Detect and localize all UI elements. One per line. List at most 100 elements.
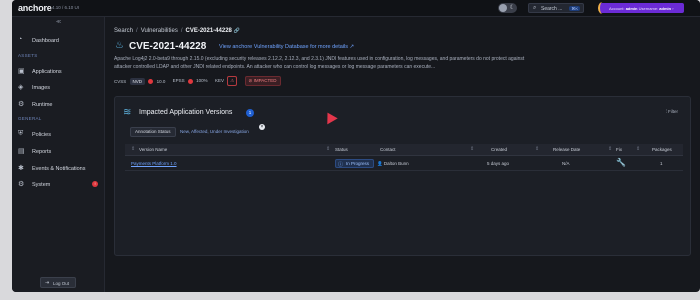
page-title: CVE-2021-44228: [129, 41, 207, 52]
column-packages[interactable]: Packages: [652, 147, 672, 152]
sort-icon[interactable]: ⇕: [326, 146, 330, 152]
logout-button[interactable]: ⇥ Log Out: [40, 277, 76, 288]
sidebar-item-label: Reports: [32, 149, 52, 155]
sort-icon[interactable]: ⇕: [535, 146, 539, 152]
moon-icon: ☾: [509, 5, 515, 11]
version-label: 4.10 / 6.10 UI: [52, 5, 80, 10]
contact-name: Dalton Bunn: [383, 161, 409, 166]
account-label: Account:: [609, 5, 625, 11]
column-created[interactable]: Created: [491, 147, 507, 152]
cvss-metric: CVSS NVD 10.0: [114, 77, 166, 85]
table-row[interactable]: Payments Platform 1.0 ⓘ In Progress 👤 Da…: [125, 157, 683, 171]
account-name: admin: [625, 5, 638, 11]
breadcrumb-separator: /: [136, 28, 138, 34]
top-bar: anchore 4.10 / 6.10 UI ☾ ⌕ Search ... ⌘K…: [12, 0, 700, 17]
clear-filter-icon[interactable]: ×: [259, 124, 265, 130]
global-search-button[interactable]: ⌕ Search ... ⌘K: [528, 3, 584, 13]
breadcrumb-search[interactable]: Search: [114, 28, 133, 34]
sidebar-item-reports[interactable]: ▤ Reports: [18, 147, 100, 159]
version-name-link[interactable]: Payments Platform 1.0: [131, 161, 177, 166]
status-label: In Progress: [346, 161, 370, 166]
packages-cell: 1: [660, 161, 663, 166]
search-icon: ⌕: [533, 5, 537, 11]
warning-icon: ⚠: [227, 76, 238, 86]
epss-label: EPSS: [172, 78, 185, 84]
logout-icon: ⇥: [45, 279, 50, 286]
cvss-score: 10.0: [156, 78, 166, 84]
account-menu[interactable]: Account: admin Username: admin ›: [598, 2, 684, 14]
info-icon: ⓘ: [338, 162, 344, 168]
sidebar-item-label: Applications: [32, 69, 62, 75]
cvss-label: CVSS: [114, 78, 127, 84]
filter-chip-values[interactable]: New, Affected, Under Investigation: [176, 127, 253, 137]
sort-icon[interactable]: ⇕: [636, 146, 640, 152]
kev-metric: KEV ⚠: [215, 76, 238, 86]
epss-value: 100%: [196, 78, 208, 84]
sort-icon[interactable]: ⇕: [608, 146, 612, 152]
collapse-sidebar-icon[interactable]: ≪: [56, 19, 61, 25]
sidebar-item-events[interactable]: ✱ Events & Notifications: [18, 164, 100, 176]
column-release-date[interactable]: Release Date: [553, 147, 580, 152]
gauge-icon: ◔: [18, 36, 23, 43]
impacted-versions-card: ≋ Impacted Application Versions 1 ⫶ Filt…: [114, 96, 691, 256]
chevron-right-icon: ›: [672, 5, 674, 11]
flame-icon: ♨: [115, 40, 124, 51]
sidebar-item-dashboard[interactable]: ◔ Dashboard: [18, 36, 100, 48]
applications-icon: ▣: [18, 68, 25, 75]
sort-icon[interactable]: ⇕: [470, 146, 474, 152]
shield-icon: ⛨: [18, 130, 24, 137]
column-contact[interactable]: Contact: [380, 147, 396, 152]
external-link-icon: ↗: [349, 44, 355, 50]
sort-icon[interactable]: ⇕: [131, 146, 135, 152]
copy-link-icon[interactable]: 🔗: [234, 28, 240, 34]
impact-badge: ⊘ IMPACTED: [244, 76, 281, 87]
username-label: Username:: [638, 5, 659, 11]
sidebar-item-policies[interactable]: ⛨ Policies: [18, 130, 100, 142]
impact-label: IMPACTED: [253, 78, 277, 84]
section-heading-assets: ASSETS: [18, 53, 38, 58]
filter-chip-label[interactable]: Annotation Status: [130, 127, 176, 137]
account-summary: Account: admin Username: admin ›: [609, 6, 674, 11]
column-version-name[interactable]: Version Name: [139, 147, 167, 152]
vuln-description: Apache Log4j2 2.0-beta9 through 2.15.0 (…: [114, 56, 525, 70]
epss-metric: EPSS 100%: [172, 78, 208, 84]
app-window: anchore 4.10 / 6.10 UI ☾ ⌕ Search ... ⌘K…: [12, 0, 700, 292]
contact-cell: 👤 Dalton Bunn: [377, 161, 409, 167]
search-shortcut: ⌘K: [569, 5, 580, 11]
impact-icon: ⊘: [248, 78, 253, 84]
breadcrumb-current: CVE-2021-44228: [185, 28, 232, 34]
column-fix[interactable]: Fix: [616, 147, 622, 152]
gear-icon: ⚙: [18, 181, 25, 188]
status-badge[interactable]: ⓘ In Progress: [335, 159, 375, 168]
bell-icon: ✱: [18, 165, 24, 172]
filter-icon: ⫶: [665, 109, 667, 114]
section-heading-general: GENERAL: [18, 116, 42, 121]
sidebar-item-label: System: [32, 182, 51, 188]
filter-label: Filter: [668, 109, 678, 114]
sidebar-item-runtime[interactable]: ⚙ Runtime: [18, 100, 100, 112]
layers-icon: ≋: [123, 107, 132, 118]
theme-toggle[interactable]: ☾: [498, 3, 517, 13]
sidebar-item-images[interactable]: ◈ Images: [18, 83, 100, 95]
breadcrumb-vulnerabilities[interactable]: Vulnerabilities: [141, 28, 178, 34]
card-title: Impacted Application Versions: [139, 109, 233, 116]
toggle-knob: [499, 4, 507, 12]
count-badge: 1: [246, 109, 254, 117]
sidebar: ≪ ◔ Dashboard ASSETS ▣ Applications ◈ Im…: [12, 17, 105, 292]
username-value: admin: [659, 5, 672, 11]
vuln-db-link[interactable]: View anchore Vulnerability Database for …: [219, 44, 354, 50]
vuln-db-link-text: View anchore Vulnerability Database for …: [219, 44, 349, 50]
cvss-source-badge: NVD: [129, 77, 146, 85]
wrench-icon[interactable]: 🔧: [616, 158, 626, 167]
breadcrumb: Search / Vulnerabilities / CVE-2021-44228 🔗: [114, 28, 240, 34]
sidebar-item-applications[interactable]: ▣ Applications: [18, 67, 100, 79]
sidebar-item-label: Policies: [32, 132, 51, 138]
severity-metrics: CVSS NVD 10.0 EPSS 100% KEV ⚠ ⊘ IMPACTED: [114, 76, 281, 87]
system-alert-badge: !: [92, 181, 98, 187]
anchore-logo[interactable]: anchore: [18, 3, 52, 13]
sidebar-item-system[interactable]: ⚙ System !: [18, 180, 100, 192]
created-cell: 5 days ago: [487, 161, 510, 166]
column-status[interactable]: Status: [335, 147, 348, 152]
filter-button[interactable]: ⫶ Filter: [666, 109, 678, 114]
release-date-cell: N/A: [562, 161, 570, 166]
